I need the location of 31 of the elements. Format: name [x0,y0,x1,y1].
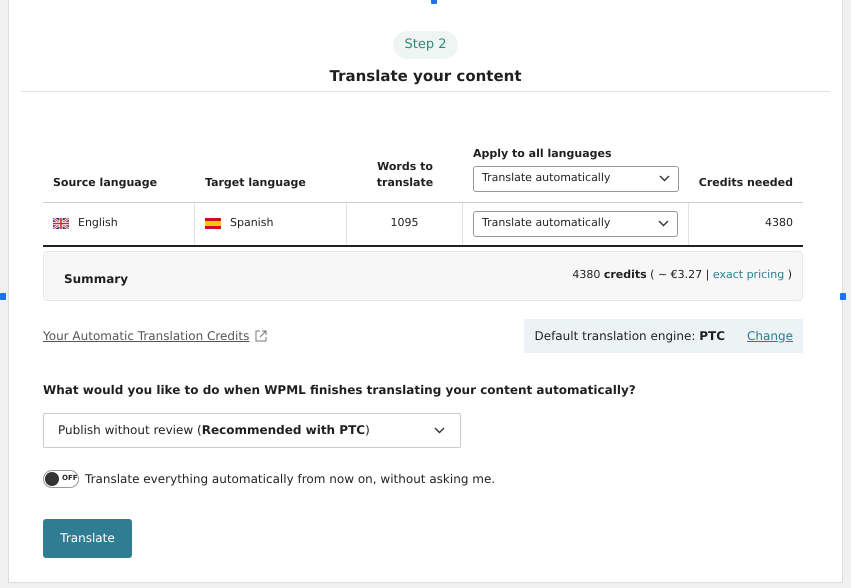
apply-all-select[interactable]: Translate automatically [473,166,679,192]
chevron-down-icon [659,175,670,182]
resize-handle[interactable] [840,293,846,300]
summary-label: Summary [64,270,128,288]
engine-text: Default translation engine: PTC [534,328,726,344]
word-count: 1095 [390,215,418,232]
flag-icon [53,218,69,229]
resize-handle[interactable] [0,293,6,300]
translation-method-select[interactable]: Translate automatically [473,210,678,236]
change-link[interactable]: Change [747,326,793,344]
external-link-icon [255,330,268,342]
exact-pricing-link[interactable]: exact pricing [712,268,784,282]
chevron-down-icon [433,426,446,434]
page-title: Translate your content [328,66,522,86]
credits-needed: 4380 [765,215,793,232]
step-badge: Step 2 [393,31,458,58]
column-header: Credits needed [698,175,793,191]
column-header: Apply to all languages [473,146,612,162]
toggle-label: Translate everything automatically from now on, without asking me. [85,470,496,488]
translate-button[interactable]: Translate [43,518,132,558]
credits-link[interactable]: Your Automatic Translation Credits [43,326,250,344]
flag-icon [205,218,221,229]
chevron-down-icon [658,220,669,227]
column-header: Target language [205,175,306,191]
language-name: Spanish [230,215,274,232]
column-header: Words to translate [376,158,434,191]
question-text: What would you like to do when WPML finishes translating your content automatically? [43,382,637,398]
review-select[interactable]: Publish without review (Recommended with PTC) [43,412,461,448]
credits-summary: 4380 credits ( ~ €3.27 | exact pricing ) [572,267,792,284]
language-name: English [78,215,118,232]
column-header: Source language [53,175,158,191]
